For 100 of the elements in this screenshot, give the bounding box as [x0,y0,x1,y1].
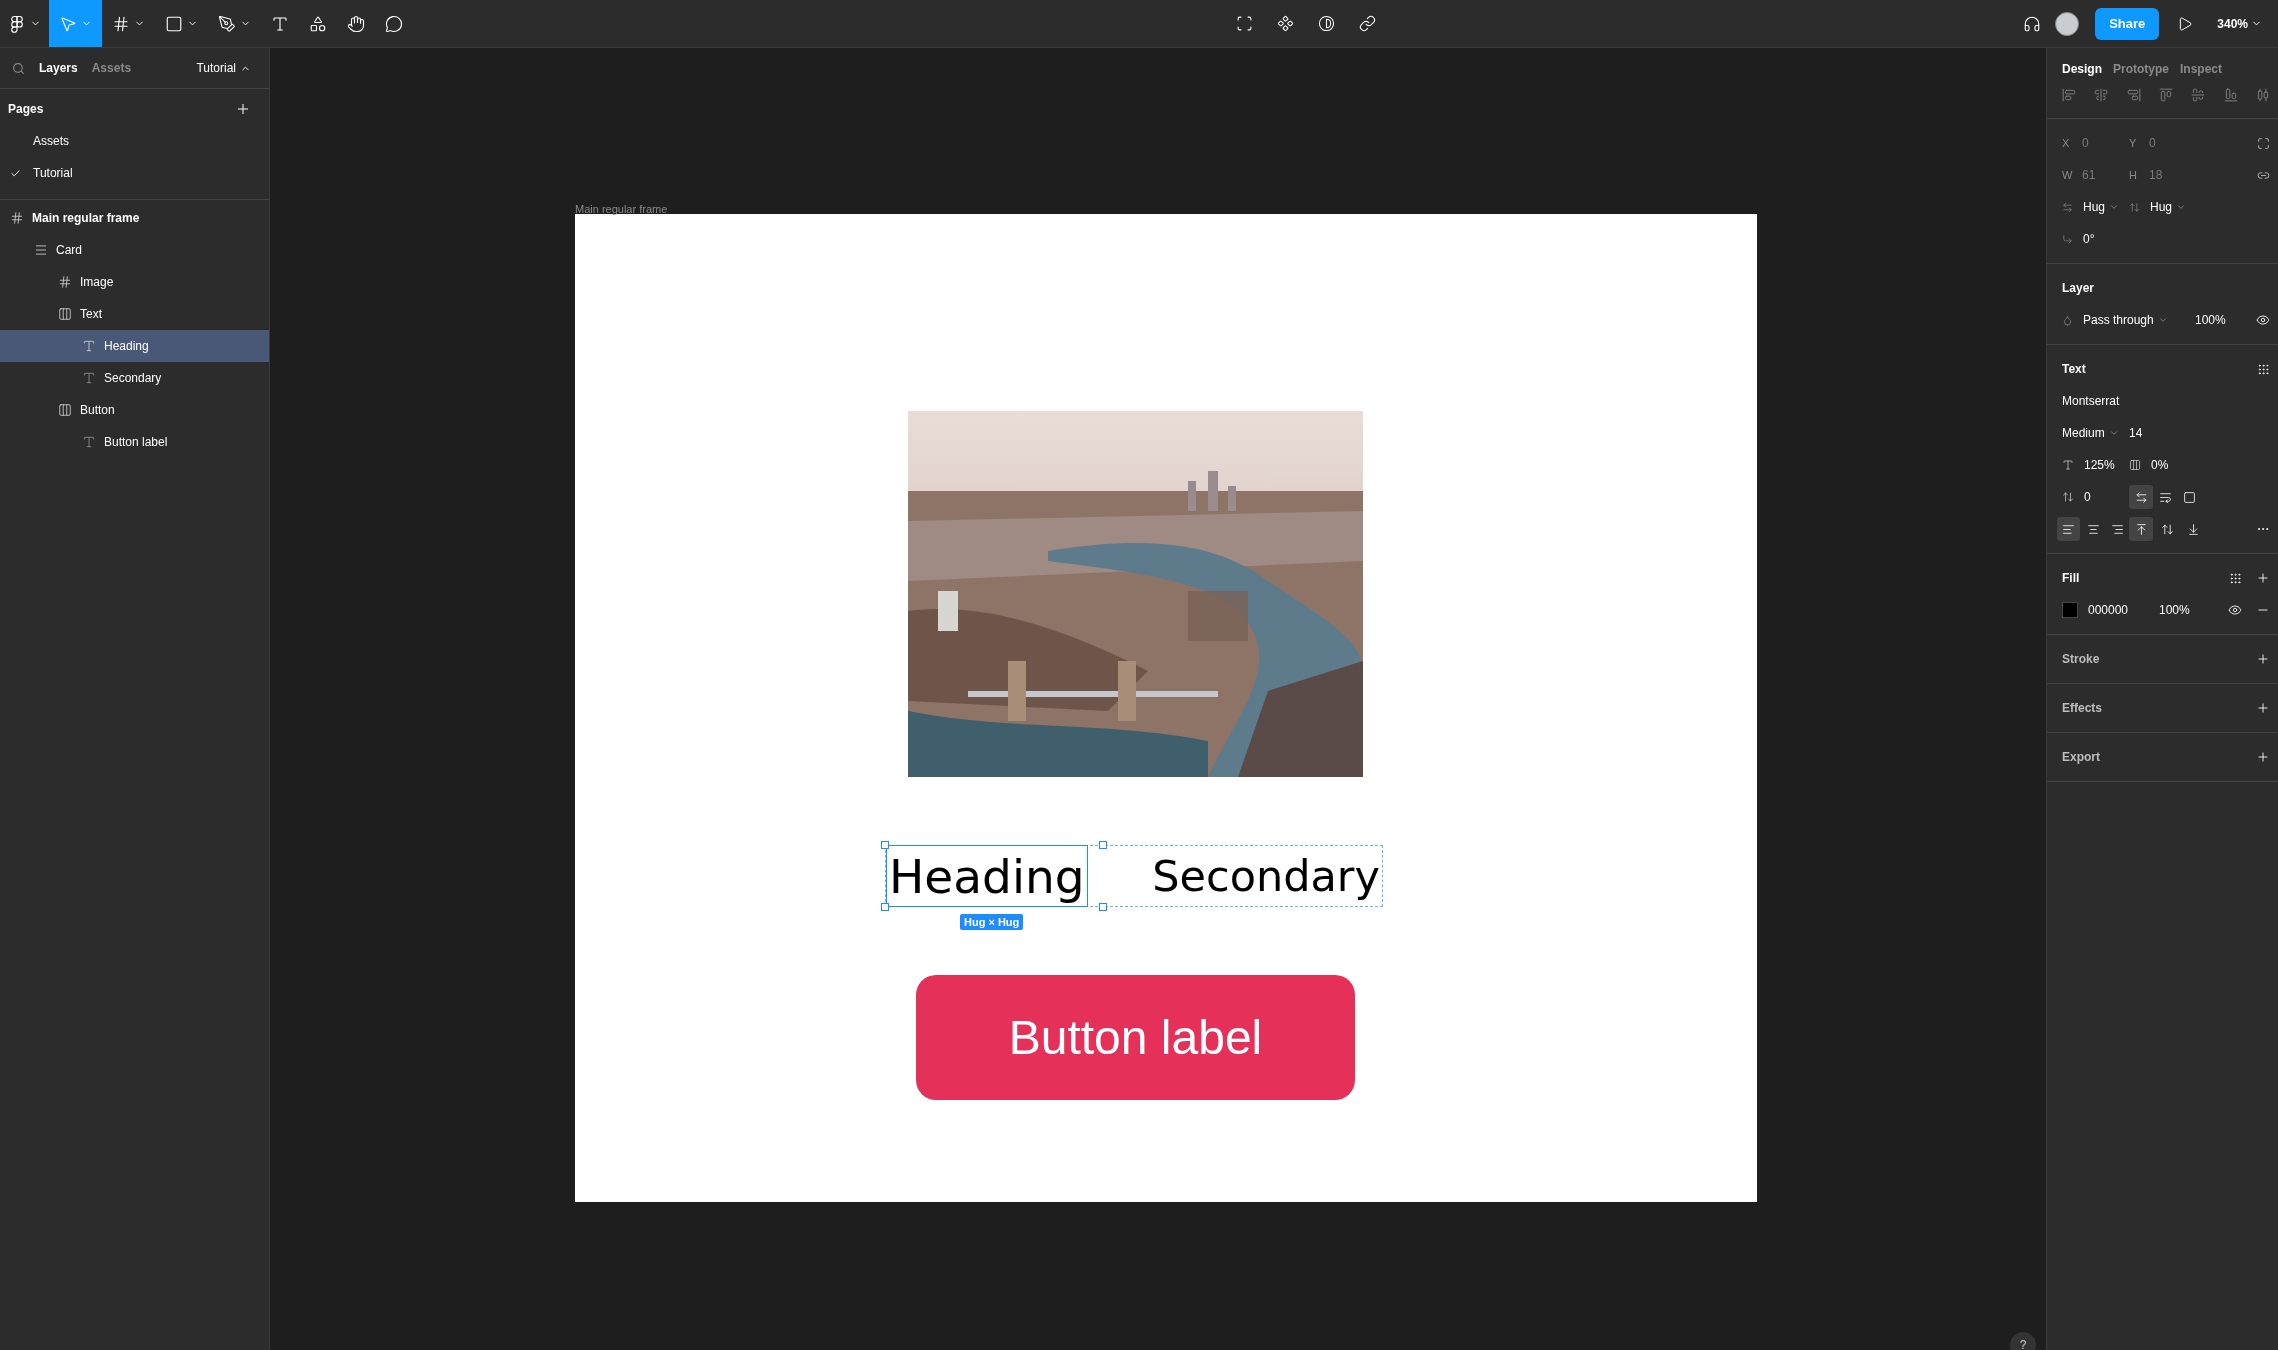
line-height-value[interactable]: 125% [2084,458,2115,472]
layer-item[interactable]: Heading [0,330,269,362]
eye-icon[interactable] [2256,313,2270,327]
align-top-icon[interactable] [2159,88,2173,102]
align-left-icon [2061,522,2075,536]
styles-icon[interactable] [2229,571,2242,585]
letter-spacing-icon[interactable] [2129,459,2141,471]
align-toggle[interactable] [2057,517,2080,541]
resize-handle[interactable] [1099,903,1107,911]
distribute-icon[interactable] [2255,88,2270,102]
layer-item[interactable]: Main regular frame [0,202,269,234]
field-label: Y [2129,137,2138,149]
wrap-text-icon [2158,490,2172,504]
eye-icon[interactable] [2228,603,2242,617]
add-icon[interactable] [2256,701,2270,715]
card-button[interactable]: Button label [916,975,1355,1100]
hash-icon [112,14,130,33]
pointer-icon [59,14,77,33]
resize-to-fit-icon[interactable] [2257,136,2270,150]
letter-spacing-value[interactable]: 0% [2151,458,2169,472]
page-item[interactable]: Assets [0,125,269,157]
font-family-dropdown[interactable]: Montserrat [2062,394,2120,408]
blend-dropdown[interactable]: Pass through [2083,313,2168,327]
panel-tab[interactable]: Layers [39,61,78,75]
avatar[interactable] [2055,11,2080,36]
field-label: X [2062,137,2071,149]
rotation-value[interactable]: 0° [2083,232,2095,246]
layer-item[interactable]: Button label [0,426,269,458]
section-title: Export [2062,750,2100,764]
opacity-value[interactable]: 100% [2195,313,2226,327]
layer-item[interactable]: Text [0,298,269,330]
help-button[interactable]: ? [2010,1332,2036,1350]
blend-icon[interactable] [2062,314,2073,326]
styles-icon[interactable] [2257,362,2270,376]
line-height-icon[interactable] [2062,459,2074,471]
selection-box[interactable]: Heading [886,845,1088,907]
hash-icon [58,275,72,289]
align-left-icon[interactable] [2062,88,2076,102]
columns-icon [58,403,72,417]
layer-item[interactable]: Card [0,234,269,266]
add-icon[interactable] [2256,750,2270,764]
align-bottom-icon[interactable] [2223,88,2238,102]
comment-icon [385,14,403,33]
sizing-dropdown[interactable]: Hug [2150,200,2186,214]
section-title: Stroke [2062,652,2100,666]
field-label: H [2129,169,2138,181]
align-center-icon[interactable] [2094,88,2109,102]
page-item[interactable]: Tutorial [0,157,269,189]
panel-tab[interactable]: Inspect [2180,62,2223,76]
section-title: Layer [2062,281,2095,295]
arrows-vertical-icon[interactable] [2129,201,2140,213]
chevron-down-icon [2108,428,2119,438]
component-icon [1277,15,1295,32]
size-badge: Hug × Hug [960,914,1024,930]
panel-tab[interactable]: Prototype [2113,62,2170,76]
resize-handle[interactable] [881,903,889,911]
opacity-value[interactable]: 100% [2159,603,2190,617]
add-icon[interactable] [235,101,251,117]
paragraph-spacing-value[interactable]: 0 [2084,490,2091,504]
secondary-text: Secondary [1152,854,1381,898]
sizing-dropdown[interactable]: Hug [2083,200,2119,214]
color-swatch[interactable] [2062,602,2078,618]
resize-toggle[interactable] [2129,485,2153,509]
chevron-down-icon [2157,315,2168,325]
layer-item[interactable]: Secondary [0,362,269,394]
section-title: Pages [8,102,44,116]
layer-item[interactable]: Image [0,266,269,298]
figma-logo-icon [8,14,26,33]
add-icon[interactable] [2256,571,2270,585]
headphones-icon [2023,14,2042,33]
page-switcher[interactable]: Tutorial [196,61,251,75]
link-icon [1359,15,1377,32]
frame-label: Main regular frame [575,204,669,214]
panel-tab[interactable]: Design [2062,62,2102,76]
text-icon [82,339,96,353]
columns-icon [58,307,72,321]
layer-item[interactable]: Button [0,394,269,426]
text-icon [82,371,96,385]
hand-icon [347,14,365,33]
align-right-icon [2111,522,2125,536]
valign-toggle[interactable] [2129,517,2153,541]
search-icon[interactable] [12,61,25,75]
paragraph-spacing-icon[interactable] [2062,491,2074,503]
resize-handle[interactable] [1099,841,1107,849]
square-icon [165,14,183,33]
align-center-icon [2086,522,2100,536]
arrows-horizontal-icon [2134,490,2148,504]
panel-tab[interactable]: Assets [91,61,132,75]
arrows-horizontal-icon[interactable] [2062,201,2073,213]
font-weight-dropdown[interactable]: Medium [2062,426,2119,440]
field-label: W [2062,169,2072,181]
add-icon[interactable] [2256,652,2270,666]
font-size-value[interactable]: 14 [2129,426,2143,440]
shapes-icon [309,14,327,33]
resize-handle[interactable] [881,841,889,849]
align-middle-icon[interactable] [2191,88,2206,102]
align-right-icon[interactable] [2126,88,2141,102]
hex-value[interactable]: 000000 [2088,603,2129,617]
zoom-menu[interactable]: 340% [2211,15,2268,32]
frame-corners-icon [1236,15,1254,32]
